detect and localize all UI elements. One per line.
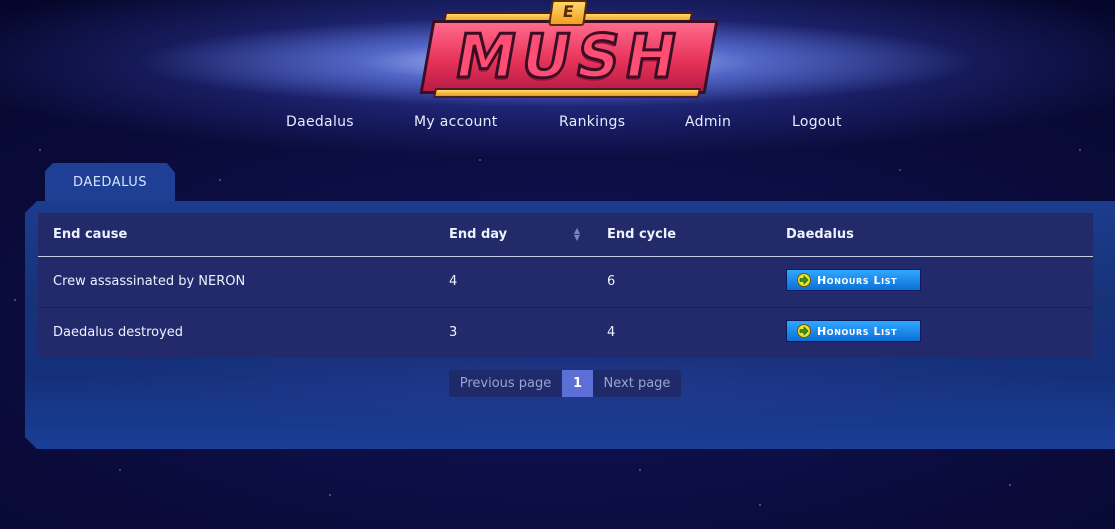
honours-list-button[interactable]: Honours List bbox=[786, 268, 921, 291]
next-page-button[interactable]: Next page bbox=[593, 370, 681, 397]
honours-list-button[interactable]: Honours List bbox=[786, 319, 921, 342]
cell-end-day: 3 bbox=[434, 306, 592, 358]
main-nav: Daedalus My account Rankings Admin Logou… bbox=[0, 114, 1115, 134]
nav-rankings[interactable]: Rankings bbox=[559, 114, 625, 130]
cell-end-cause: Daedalus destroyed bbox=[38, 306, 434, 358]
cell-end-cause: Crew assassinated by NERON bbox=[53, 274, 246, 289]
header-end-day[interactable]: End day ▲ ▼ bbox=[434, 213, 592, 257]
arrow-right-icon bbox=[797, 272, 811, 287]
cell-action: Honours List bbox=[771, 306, 1093, 358]
nav-logout[interactable]: Logout bbox=[792, 114, 842, 130]
tab-daedalus-label: DAEDALUS bbox=[73, 175, 147, 190]
header-end-cycle: End cycle bbox=[592, 213, 771, 257]
table-row: Crew assassinated by NERON 4 6 Honours L… bbox=[38, 256, 1093, 307]
nav-my-account[interactable]: My account bbox=[414, 114, 498, 130]
logo-bottom-bar bbox=[432, 88, 702, 98]
sort-icon[interactable]: ▲ ▼ bbox=[574, 227, 580, 242]
tab-daedalus[interactable]: DAEDALUS bbox=[45, 163, 175, 203]
honours-list-label: Honours List bbox=[817, 324, 898, 338]
table-row: Daedalus destroyed 3 4 Honours List bbox=[38, 306, 1093, 358]
previous-page-button[interactable]: Previous page bbox=[449, 370, 562, 397]
emush-logo[interactable]: E MUSH bbox=[419, 0, 719, 100]
nav-daedalus[interactable]: Daedalus bbox=[286, 114, 354, 130]
cell-end-cycle: 6 bbox=[607, 274, 616, 289]
honours-list-label: Honours List bbox=[817, 273, 898, 287]
arrow-right-icon bbox=[797, 323, 811, 338]
daedalus-history-table: End cause End day ▲ ▼ End cycle Daedalus … bbox=[38, 213, 1093, 358]
logo-wordmark: MUSH bbox=[419, 20, 719, 94]
header-end-day-label: End day bbox=[449, 226, 508, 242]
cell-end-day: 4 bbox=[449, 274, 458, 289]
header-end-cause: End cause bbox=[38, 213, 434, 257]
nav-admin[interactable]: Admin bbox=[685, 114, 731, 130]
header-daedalus: Daedalus bbox=[771, 213, 1093, 257]
logo-e-badge: E bbox=[548, 0, 588, 26]
logo-wordmark-text: MUSH bbox=[448, 21, 689, 94]
cell-action: Honours List bbox=[771, 256, 1093, 307]
page-number-current[interactable]: 1 bbox=[562, 370, 593, 397]
cell-end-cycle: 4 bbox=[592, 306, 771, 358]
table-header-row: End cause End day ▲ ▼ End cycle Daedalus bbox=[38, 213, 1093, 257]
